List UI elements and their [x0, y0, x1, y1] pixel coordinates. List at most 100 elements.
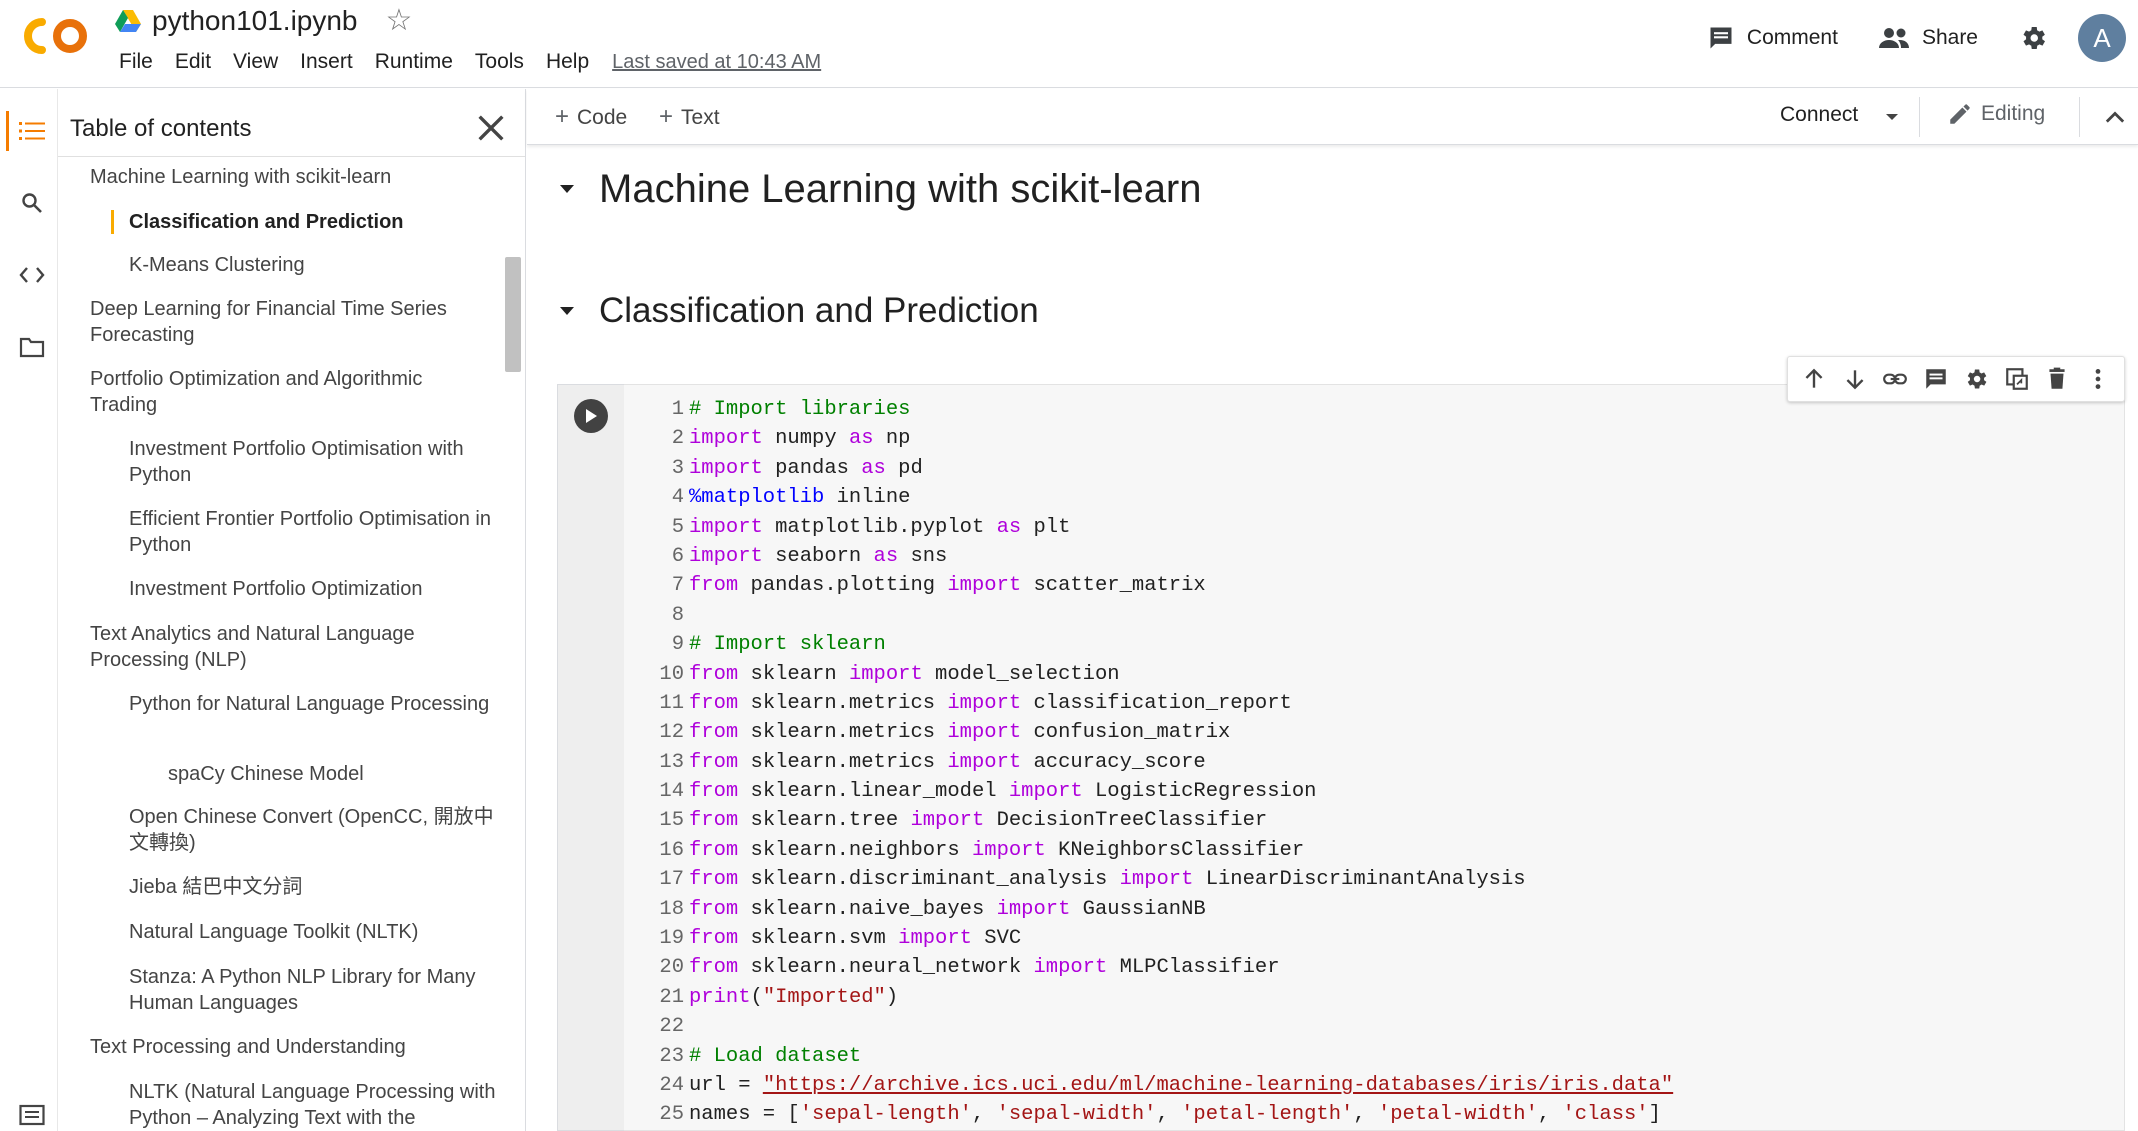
code-token: DecisionTreeClassifier: [984, 809, 1268, 833]
toc-item[interactable]: K-Means Clustering: [129, 252, 499, 278]
code-token: as: [996, 515, 1022, 539]
colab-logo[interactable]: [20, 14, 92, 58]
toc-item[interactable]: Efficient Frontier Portfolio Optimisatio…: [129, 506, 499, 558]
code-token: (: [750, 985, 763, 1009]
move-up-icon[interactable]: [1801, 366, 1827, 392]
menu-insert[interactable]: Insert: [289, 50, 364, 74]
code-token: 'sepal-width': [996, 1103, 1157, 1127]
command-palette-button[interactable]: [6, 1089, 58, 1131]
menu-tools[interactable]: Tools: [464, 50, 535, 74]
code-token: ,: [971, 1103, 997, 1127]
section-heading-1: Machine Learning with scikit-learn: [527, 166, 1202, 212]
add-code-button[interactable]: + Code: [555, 103, 627, 131]
user-avatar[interactable]: A: [2078, 14, 2126, 62]
toc-item[interactable]: spaCy Chinese Model: [168, 761, 498, 787]
section-collapse-caret[interactable]: [547, 169, 587, 209]
code-token: pandas.plotting: [738, 574, 948, 598]
menu-runtime[interactable]: Runtime: [364, 50, 464, 74]
menu-edit[interactable]: Edit: [164, 50, 222, 74]
menu-help[interactable]: Help: [535, 50, 600, 74]
cell-settings-gear-icon[interactable]: [1963, 366, 1989, 392]
code-cell[interactable]: 1 # Import libraries 2 import numpy as np 3 i…: [557, 384, 2125, 1131]
move-down-icon[interactable]: [1842, 366, 1868, 392]
notebook-title[interactable]: python101.ipynb: [152, 5, 358, 37]
toc-item[interactable]: NLTK (Natural Language Processing with P…: [129, 1079, 499, 1131]
toc-scrollbar[interactable]: [505, 257, 521, 372]
comment-button[interactable]: Comment: [1707, 24, 1838, 52]
code-token: from: [689, 897, 739, 921]
editing-mode-button[interactable]: Editing: [1947, 101, 2045, 127]
link-icon[interactable]: [1882, 366, 1908, 392]
folder-icon: [19, 337, 45, 358]
chevron-down-icon[interactable]: [1882, 107, 1902, 127]
toc-item[interactable]: Machine Learning with scikit-learn: [90, 164, 490, 190]
comment-icon[interactable]: [1923, 366, 1949, 392]
code-token: from: [689, 662, 739, 686]
more-vert-icon[interactable]: [2085, 366, 2111, 392]
code-text: from sklearn.metrics import confusion_ma…: [689, 718, 1230, 747]
last-saved-link[interactable]: Last saved at 10:43 AM: [612, 51, 821, 74]
code-token: sklearn.metrics: [738, 721, 948, 745]
line-number: 12: [659, 721, 684, 745]
line-number: 22: [659, 1015, 684, 1039]
share-button[interactable]: Share: [1878, 25, 1978, 51]
menu-bar: File Edit View Insert Runtime Tools Help…: [108, 50, 821, 74]
settings-gear-icon[interactable]: [2018, 23, 2048, 53]
mirror-cell-icon[interactable]: [2004, 366, 2030, 392]
chevron-up-icon[interactable]: [2101, 103, 2129, 131]
toc-item[interactable]: Open Chinese Convert (OpenCC, 開放中文轉換): [129, 804, 499, 856]
toc-item[interactable]: Text Processing and Understanding: [90, 1034, 490, 1060]
people-icon: [1878, 28, 1909, 48]
code-token: sklearn.neighbors: [738, 838, 972, 862]
code-token: as: [848, 427, 874, 451]
google-drive-icon[interactable]: [114, 8, 142, 34]
files-button[interactable]: [6, 321, 58, 373]
toc-title: Table of contents: [70, 115, 252, 142]
code-token: sklearn.metrics: [738, 750, 948, 774]
code-text: from sklearn.naive_bayes import Gaussian…: [689, 895, 1206, 924]
code-url-link[interactable]: "https://archive.ics.uci.edu/ml/machine-…: [763, 1074, 1673, 1097]
toc-item[interactable]: Python for Natural Language Processing: [129, 691, 499, 717]
code-snippets-button[interactable]: [6, 249, 58, 301]
toc-item[interactable]: Investment Portfolio Optimization: [129, 576, 499, 602]
star-icon[interactable]: ☆: [386, 6, 413, 36]
code-token: ,: [1353, 1103, 1378, 1127]
code-token: classification_report: [1021, 691, 1292, 715]
code-token: as: [861, 456, 886, 480]
delete-trash-icon[interactable]: [2044, 366, 2070, 392]
toc-item[interactable]: Stanza: A Python NLP Library for Many Hu…: [129, 964, 499, 1016]
toc-item[interactable]: Jieba 結巴中文分詞: [129, 874, 499, 900]
close-icon[interactable]: [474, 111, 508, 145]
table-of-contents-button[interactable]: [6, 105, 58, 157]
code-token: ,: [1537, 1103, 1563, 1127]
code-token: ,: [1156, 1103, 1182, 1127]
code-token: import: [996, 897, 1071, 921]
toc-item-active[interactable]: Classification and Prediction: [111, 209, 499, 235]
section-collapse-caret[interactable]: [547, 291, 587, 331]
code-token: sklearn.metrics: [738, 691, 948, 715]
line-number: 18: [659, 897, 684, 921]
code-token: print: [689, 985, 751, 1009]
find-button[interactable]: [6, 177, 58, 229]
code-text: url = "https://archive.ics.uci.edu/ml/ma…: [689, 1071, 1673, 1100]
line-number: 8: [671, 603, 684, 627]
code-token: import: [689, 544, 763, 568]
code-token: import: [1008, 780, 1083, 804]
connect-button[interactable]: Connect: [1780, 103, 1858, 127]
menu-view[interactable]: View: [222, 50, 289, 74]
add-text-button[interactable]: + Text: [659, 103, 720, 131]
code-token: # Load dataset: [689, 1044, 862, 1068]
toc-item[interactable]: Investment Portfolio Optimisation with P…: [129, 436, 499, 488]
toc-item[interactable]: Natural Language Toolkit (NLTK): [129, 919, 499, 945]
line-number: 25: [659, 1103, 684, 1127]
toc-item[interactable]: Text Analytics and Natural Language Proc…: [90, 621, 490, 673]
line-number: 15: [659, 809, 684, 833]
line-number: 13: [659, 750, 684, 774]
toc-item[interactable]: Deep Learning for Financial Time Series …: [90, 296, 490, 348]
menu-file[interactable]: File: [108, 50, 164, 74]
line-number: 4: [671, 486, 684, 510]
run-cell-button[interactable]: [574, 399, 608, 433]
code-token: plt: [1021, 515, 1071, 539]
code-editor[interactable]: 1 # Import libraries 2 import numpy as np 3 i…: [624, 384, 2125, 1131]
toc-item[interactable]: Portfolio Optimization and Algorithmic T…: [90, 366, 490, 418]
